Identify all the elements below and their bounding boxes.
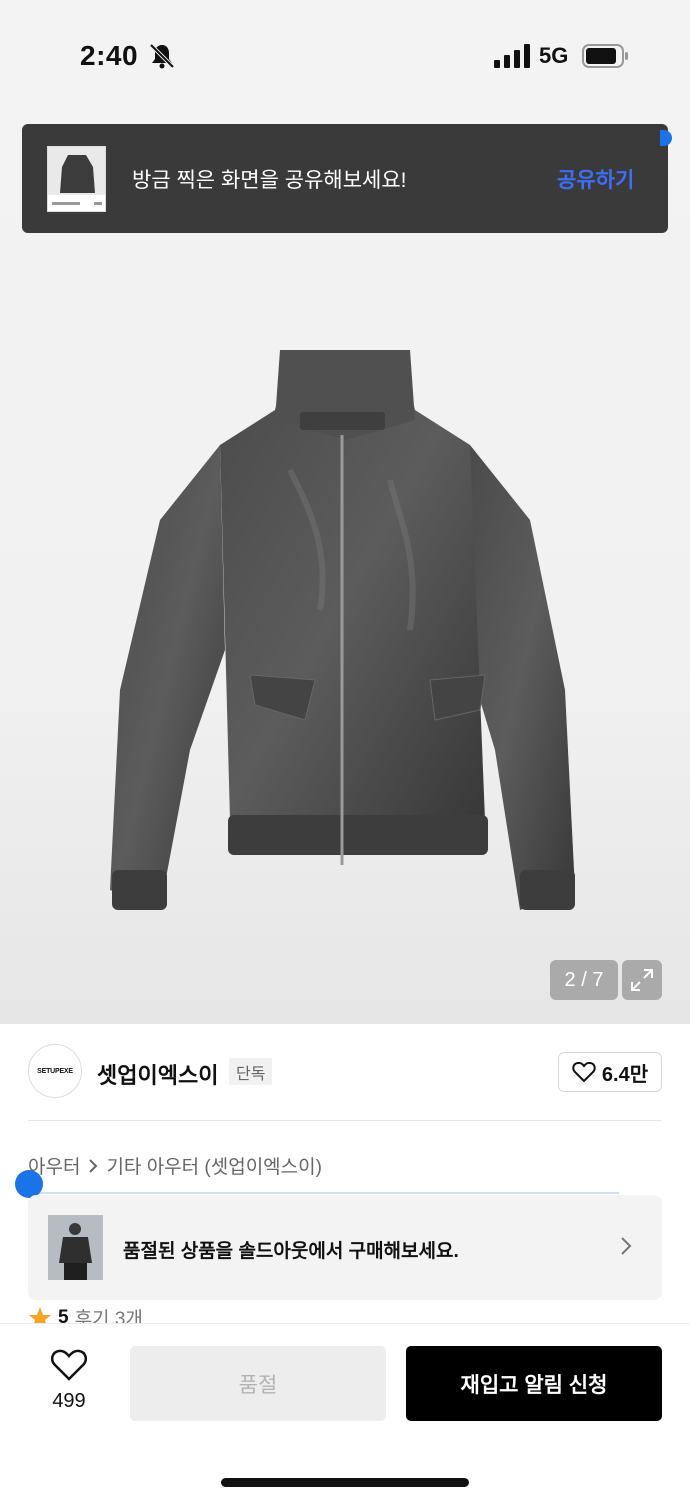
battery-icon: [582, 44, 628, 68]
soldout-thumbnail: [48, 1215, 103, 1280]
progress-line: [29, 1192, 619, 1194]
brand-name[interactable]: 셋업이엑스이: [97, 1058, 218, 1090]
wishlist-button[interactable]: 499: [40, 1348, 98, 1413]
image-counter: 2 / 7: [550, 960, 618, 1000]
brand-logo[interactable]: SETUPEXE: [28, 1044, 82, 1098]
divider: [28, 1120, 662, 1121]
restock-alert-button[interactable]: 재입고 알림 신청: [406, 1346, 662, 1421]
home-indicator: [221, 1478, 469, 1487]
status-time: 2:40: [80, 40, 139, 71]
screenshot-thumbnail[interactable]: [47, 146, 106, 212]
floating-dot: [15, 1170, 43, 1198]
expand-button[interactable]: [622, 960, 662, 1000]
signal-icon: [494, 44, 530, 68]
toast-message: 방금 찍은 화면을 공유해보세요!: [132, 169, 407, 192]
chevron-right-icon: [89, 1158, 98, 1173]
brand-logo-text: SETUPEXE: [37, 1067, 73, 1075]
expand-icon: [631, 969, 653, 991]
product-page: 2:40 5G 2 / 7 방금 찍은 화면을 공유해보세요! 공유하기 SET…: [0, 0, 690, 1500]
soldout-banner[interactable]: 품절된 상품을 솔드아웃에서 구매해보세요.: [28, 1195, 662, 1300]
chevron-right-icon: [621, 1237, 632, 1255]
wishlist-count: 499: [52, 1390, 86, 1412]
soldout-banner-text: 품절된 상품을 솔드아웃에서 구매해보세요.: [123, 1241, 459, 1262]
bell-slash-icon: [149, 43, 175, 69]
exclusive-badge: 단독: [229, 1058, 273, 1085]
heart-icon: [572, 1061, 596, 1083]
bottom-action-bar: 499 품절 재입고 알림 신청: [0, 1323, 690, 1500]
share-button[interactable]: 공유하기: [557, 164, 634, 194]
screenshot-share-toast: 방금 찍은 화면을 공유해보세요! 공유하기: [22, 124, 668, 233]
brand-like-count: 6.4만: [601, 1063, 649, 1086]
product-image: [110, 350, 575, 910]
soldout-button: 품절: [130, 1346, 386, 1421]
breadcrumb-category[interactable]: 기타 아우터 (셋업이엑스이): [106, 1152, 322, 1179]
status-bar: 2:40 5G: [0, 0, 690, 110]
heart-icon: [51, 1349, 87, 1381]
network-label: 5G: [539, 43, 569, 68]
brand-like-button[interactable]: 6.4만: [558, 1052, 662, 1092]
product-image-gallery[interactable]: 2 / 7: [0, 110, 690, 1024]
breadcrumb: 아우터 기타 아우터 (셋업이엑스이): [28, 1152, 322, 1179]
